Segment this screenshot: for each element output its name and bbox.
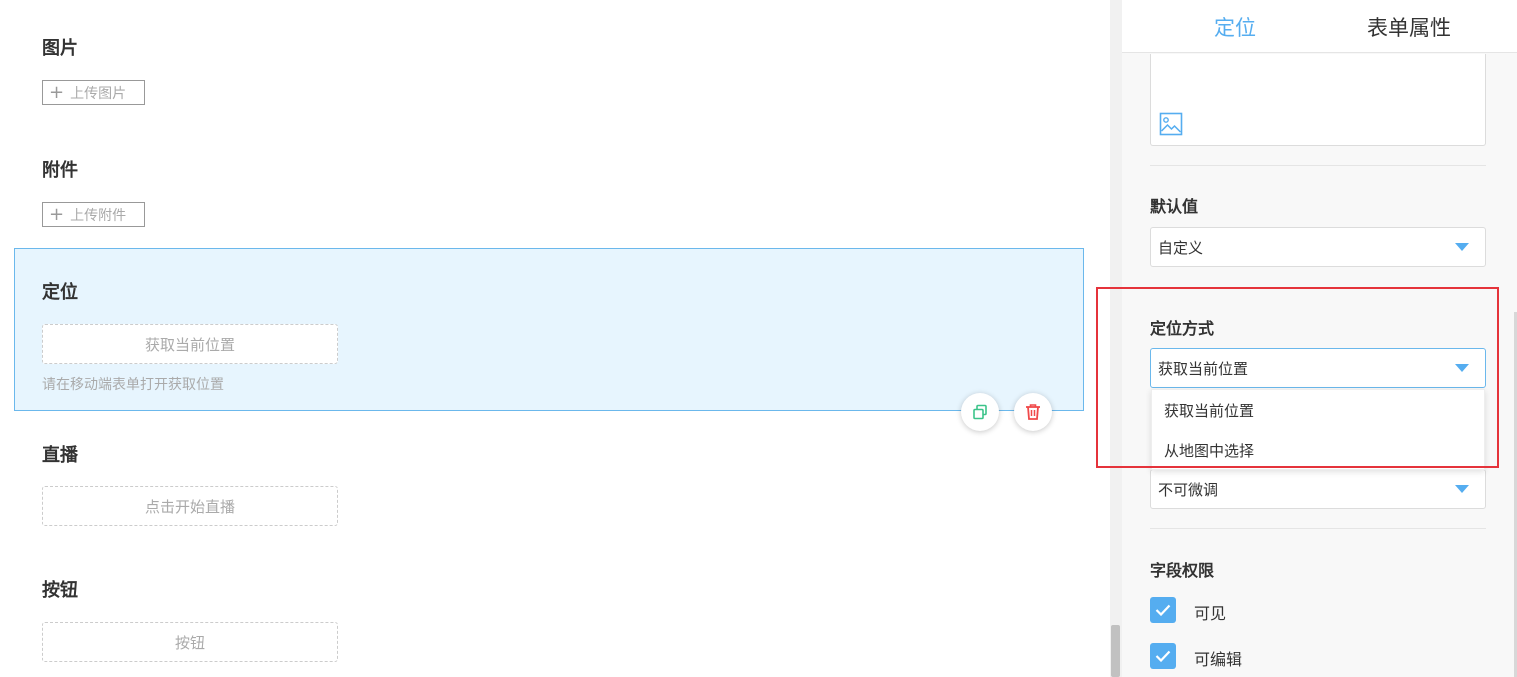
- copy-icon: [973, 404, 987, 420]
- caret-down-icon: [1455, 243, 1469, 251]
- editable-label: 可编辑: [1194, 650, 1243, 669]
- canvas-scrollbar-thumb[interactable]: [1111, 625, 1120, 677]
- button-field-title: 按钮: [42, 580, 78, 601]
- upload-image-button[interactable]: + 上传图片: [42, 80, 145, 105]
- field-permissions-label: 字段权限: [1150, 561, 1215, 580]
- divider: [1150, 165, 1486, 166]
- start-live-button[interactable]: 点击开始直播: [42, 486, 338, 526]
- panel-tabs: 定位 表单属性: [1122, 0, 1517, 53]
- visible-checkbox[interactable]: [1150, 597, 1176, 623]
- upload-attachment-button[interactable]: + 上传附件: [42, 202, 145, 227]
- visible-label: 可见: [1194, 604, 1227, 623]
- caret-down-icon: [1455, 485, 1469, 493]
- image-description-box[interactable]: [1150, 54, 1486, 146]
- live-field-title: 直播: [42, 445, 78, 466]
- delete-field-button[interactable]: [1014, 393, 1052, 431]
- form-canvas: 图片 + 上传图片 附件 + 上传附件 定位 获取当前位置 请在移动端表单打开获…: [0, 0, 1110, 677]
- image-icon[interactable]: [1159, 112, 1183, 136]
- default-value-label: 默认值: [1150, 197, 1199, 216]
- tab-form-properties[interactable]: 表单属性: [1367, 12, 1451, 42]
- default-value-select[interactable]: 自定义: [1150, 227, 1486, 267]
- image-field-title: 图片: [42, 38, 78, 59]
- trash-icon: [1026, 404, 1040, 420]
- highlight-frame: [1096, 287, 1499, 468]
- upload-attachment-label: 上传附件: [70, 207, 127, 224]
- get-location-button[interactable]: 获取当前位置: [42, 324, 338, 364]
- plus-icon: +: [49, 81, 65, 103]
- attachment-field-title: 附件: [42, 160, 78, 181]
- location-hint: 请在移动端表单打开获取位置: [42, 377, 224, 393]
- location-field-title: 定位: [42, 282, 78, 303]
- adjust-select[interactable]: 不可微调: [1150, 469, 1486, 509]
- divider: [1150, 528, 1486, 529]
- copy-field-button[interactable]: [961, 393, 999, 431]
- plus-icon: +: [49, 203, 65, 225]
- custom-button[interactable]: 按钮: [42, 622, 338, 662]
- default-value-selected: 自定义: [1158, 238, 1204, 257]
- editable-checkbox[interactable]: [1150, 643, 1176, 669]
- adjust-selected: 不可微调: [1158, 480, 1219, 499]
- tab-location[interactable]: 定位: [1214, 12, 1256, 42]
- checkmark-icon: [1155, 650, 1171, 662]
- upload-image-label: 上传图片: [70, 85, 127, 102]
- checkmark-icon: [1155, 604, 1171, 616]
